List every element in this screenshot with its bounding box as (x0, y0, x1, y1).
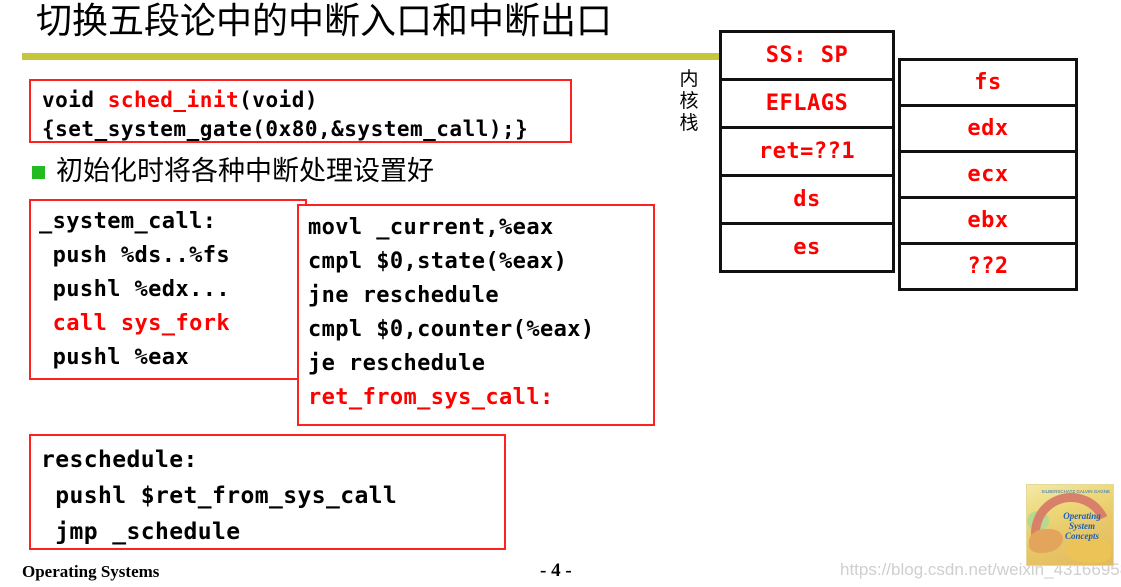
code-token: pushl %eax (39, 345, 190, 370)
code-line: push %ds..%fs (39, 239, 301, 273)
stack-cell: ??2 (898, 242, 1078, 291)
code-line: _system_call: (39, 205, 301, 239)
book-cover-title: Operating System Concepts (1053, 511, 1111, 541)
code-line: ret_from_sys_call: (308, 381, 649, 415)
book-cover-title-line3: Concepts (1064, 531, 1099, 541)
stack-cell: es (719, 222, 895, 273)
code-token: jne reschedule (308, 283, 500, 308)
page-title: 切换五段论中的中断入口和中断出口 (36, 1, 613, 42)
code-line: void sched_init(void) (42, 86, 562, 115)
stack-cell: ebx (898, 196, 1078, 245)
kernel-stack-label-char: 栈 (679, 112, 699, 134)
stack-cell: ecx (898, 150, 1078, 199)
code-token: je reschedule (308, 351, 486, 376)
code-token-highlight: ret_from_sys_call: (308, 385, 554, 410)
code-line: cmpl $0,counter(%eax) (308, 313, 649, 347)
code-line: pushl %edx... (39, 273, 301, 307)
stack-cell: ret=??1 (719, 126, 895, 177)
book-cover-thumbnail: SILBERSCHATZ GALVIN GAGNE Operating Syst… (1026, 484, 1114, 566)
square-bullet-icon (32, 165, 45, 179)
code-token: cmpl $0,state(%eax) (308, 249, 568, 274)
stack-cell: SS: SP (719, 30, 895, 81)
title-divider (22, 53, 719, 60)
kernel-stack-label-char: 核 (679, 90, 699, 112)
stack-cell: ds (719, 174, 895, 225)
code-line: call sys_fork (39, 307, 301, 341)
code-token: (void) (239, 88, 319, 112)
stack-cell: EFLAGS (719, 78, 895, 129)
code-line: je reschedule (308, 347, 649, 381)
code-token: jmp _schedule (41, 519, 241, 545)
book-cover-authors: SILBERSCHATZ GALVIN GAGNE (1041, 489, 1110, 494)
footer-course-label: Operating Systems (22, 562, 160, 581)
code-token: _system_call: (39, 209, 217, 234)
bullet-item-label: 初始化时将各种中断处理设置好 (56, 156, 434, 187)
code-token-highlight: sched_init (107, 88, 240, 112)
book-cover-title-line2: System (1069, 521, 1095, 531)
kernel-stack-label-char: 内 (679, 68, 699, 90)
book-cover-title-line1: Operating (1063, 511, 1101, 521)
stack-cell: fs (898, 58, 1078, 107)
code-box-system-call: _system_call: push %ds..%fs pushl %edx..… (29, 199, 307, 380)
code-line: {set_system_gate(0x80,&system_call);} (42, 115, 562, 144)
stack-cell: edx (898, 104, 1078, 153)
code-token: push %ds..%fs (39, 243, 231, 268)
code-line: pushl %eax (39, 341, 301, 375)
code-token: cmpl $0,counter(%eax) (308, 317, 595, 342)
code-token: pushl $ret_from_sys_call (41, 483, 398, 509)
code-token: void (42, 88, 108, 112)
code-line: movl _current,%eax (308, 211, 649, 245)
code-token: movl _current,%eax (308, 215, 554, 240)
bullet-item: 初始化时将各种中断处理设置好 (32, 152, 434, 192)
page-number: - 4 - (540, 560, 572, 581)
code-box-sched-init: void sched_init(void) {set_system_gate(0x… (29, 79, 572, 143)
code-box-schedule-check: movl _current,%eaxcmpl $0,state(%eax) jne… (297, 204, 655, 426)
code-token: pushl %edx... (39, 277, 231, 302)
code-line: reschedule: (41, 442, 500, 478)
code-token: {set_system_gate(0x80,&system_call);} (42, 117, 529, 141)
code-line: cmpl $0,state(%eax) (308, 245, 649, 279)
code-token: reschedule: (41, 447, 198, 473)
code-token-highlight: call sys_fork (39, 311, 231, 336)
code-line: jmp _schedule (41, 514, 500, 550)
code-box-reschedule: reschedule: pushl $ret_from_sys_call jmp… (29, 434, 506, 550)
kernel-stack-left-column: SS: SP EFLAGS ret=??1 ds es (719, 30, 895, 273)
kernel-stack-label: 内核栈 (676, 68, 702, 134)
code-line: jne reschedule (308, 279, 649, 313)
kernel-stack-right-column: fs edx ecx ebx ??2 (898, 58, 1078, 291)
code-line: pushl $ret_from_sys_call (41, 478, 500, 514)
